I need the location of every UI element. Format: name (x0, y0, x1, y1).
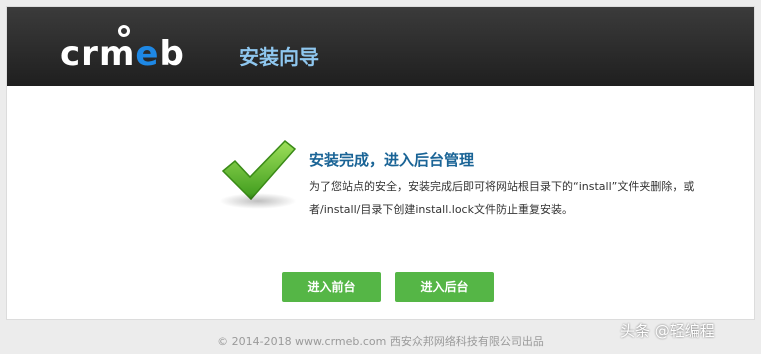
success-title: 安装完成，进入后台管理 (309, 151, 475, 169)
logo-r: r (81, 34, 99, 74)
check-shadow (219, 193, 297, 209)
watermark: 头条 @轻编程 (620, 322, 715, 340)
logo-e: e (135, 34, 160, 74)
page-title: 安装向导 (239, 45, 319, 69)
success-check (219, 135, 299, 215)
success-description: 为了您站点的安全，安装完成后即可将网站根目录下的“install”文件夹删除，或… (309, 180, 695, 216)
logo-dot (118, 25, 130, 37)
enter-backend-button[interactable]: 进入后台 (395, 272, 494, 302)
logo-text: crmeb (60, 37, 185, 71)
logo: crmeb (60, 25, 185, 77)
logo-c: c (60, 34, 82, 74)
enter-frontend-button[interactable]: 进入前台 (282, 272, 381, 302)
install-card: crmeb 安装向导 安装完成，进入后台管理 为了您站点的安全，安装完成后即可将… (6, 6, 755, 320)
logo-m: m (98, 34, 136, 74)
header: crmeb 安装向导 (7, 7, 754, 86)
logo-b: b (159, 34, 185, 74)
